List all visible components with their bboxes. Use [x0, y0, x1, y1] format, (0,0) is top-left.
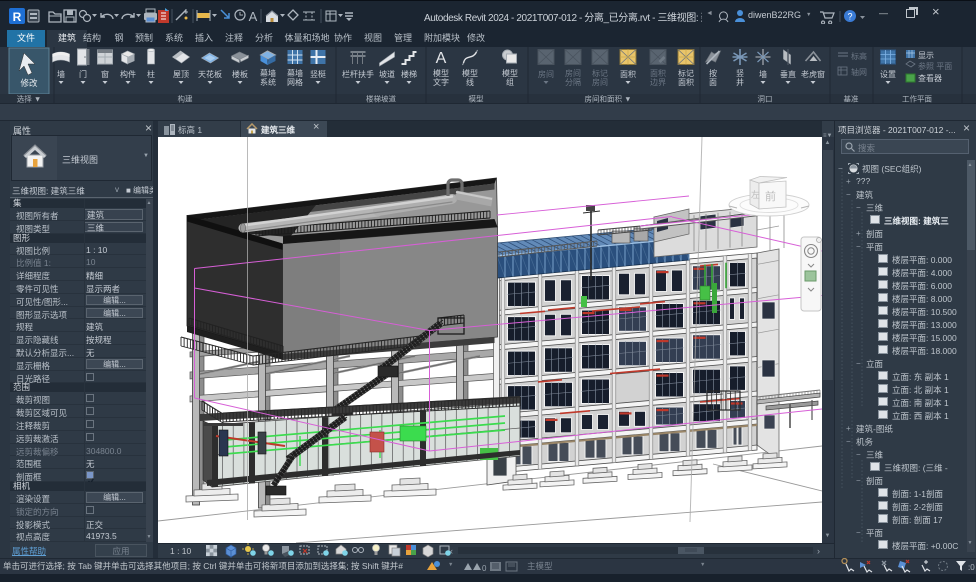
- svg-text:老虎窗: 老虎窗: [801, 69, 825, 79]
- svg-text:幕墙: 幕墙: [260, 68, 276, 78]
- svg-text:房间和面积 ▼: 房间和面积 ▼: [584, 94, 631, 104]
- svg-text:标高: 标高: [851, 51, 867, 61]
- svg-text:模型: 模型: [469, 94, 484, 104]
- svg-text:?: ?: [847, 12, 852, 22]
- svg-text:面积: 面积: [620, 69, 636, 79]
- svg-text:坡道: 坡道: [379, 69, 395, 79]
- svg-text:模型: 模型: [433, 68, 449, 78]
- svg-text:垂直: 垂直: [780, 69, 796, 79]
- svg-text:竖梃: 竖梃: [310, 69, 326, 79]
- svg-text:面: 面: [709, 78, 717, 87]
- svg-text:窗: 窗: [101, 69, 109, 79]
- svg-text:组: 组: [506, 77, 514, 87]
- svg-text:天花板: 天花板: [198, 69, 222, 79]
- svg-text:网格: 网格: [287, 77, 303, 87]
- svg-text:墙: 墙: [57, 69, 65, 79]
- svg-text:0: 0: [482, 564, 487, 573]
- svg-text:房间: 房间: [592, 77, 608, 87]
- svg-text:井: 井: [736, 77, 744, 87]
- svg-text:房间: 房间: [538, 69, 554, 79]
- svg-text:左: 左: [751, 189, 760, 200]
- svg-text:门: 门: [79, 69, 87, 79]
- svg-text:参照 平面: 参照 平面: [918, 61, 952, 71]
- svg-text:选择 ▼: 选择 ▼: [17, 94, 42, 104]
- svg-text:显示: 显示: [918, 51, 934, 60]
- svg-text:前: 前: [765, 189, 776, 203]
- svg-text:分隔: 分隔: [565, 78, 581, 87]
- svg-text:›: ›: [817, 546, 820, 556]
- svg-text:基准: 基准: [844, 94, 859, 104]
- svg-text:工作平面: 工作平面: [902, 94, 932, 104]
- svg-text:标记: 标记: [592, 68, 608, 78]
- svg-text:栏杆扶手: 栏杆扶手: [342, 69, 374, 79]
- svg-text:设置: 设置: [880, 69, 896, 79]
- svg-text:模型: 模型: [502, 68, 518, 78]
- svg-text:房间: 房间: [565, 68, 581, 78]
- svg-text:A: A: [249, 9, 258, 24]
- svg-text:系统: 系统: [260, 77, 276, 87]
- svg-text:边界: 边界: [650, 77, 666, 87]
- svg-text:构建: 构建: [178, 94, 193, 104]
- svg-text:楼梯坡道: 楼梯坡道: [366, 94, 396, 104]
- svg-text:构件: 构件: [120, 69, 136, 79]
- svg-text:楼梯: 楼梯: [401, 69, 417, 79]
- svg-text:面积: 面积: [678, 77, 694, 87]
- svg-text:文字: 文字: [433, 77, 449, 87]
- svg-text:楼板: 楼板: [232, 69, 248, 79]
- svg-text:面积: 面积: [650, 68, 666, 78]
- svg-text:修改: 修改: [20, 78, 38, 88]
- svg-text:洞口: 洞口: [758, 95, 773, 104]
- svg-text:A: A: [436, 50, 447, 67]
- svg-text:竖: 竖: [736, 69, 744, 78]
- svg-text:标记: 标记: [678, 68, 694, 78]
- svg-text:幕墙: 幕墙: [287, 68, 303, 78]
- svg-text:模型: 模型: [462, 68, 478, 78]
- svg-text::0: :0: [968, 563, 975, 572]
- svg-text:墙: 墙: [759, 69, 767, 79]
- svg-text:R: R: [13, 10, 22, 24]
- svg-text:按: 按: [709, 68, 717, 78]
- svg-text:轴网: 轴网: [851, 67, 867, 77]
- svg-text:屋顶: 屋顶: [173, 70, 189, 79]
- svg-text:‹: ‹: [450, 546, 453, 556]
- svg-text:查看器: 查看器: [918, 73, 942, 83]
- svg-text:1 : 10: 1 : 10: [170, 546, 192, 556]
- svg-text:线: 线: [466, 77, 474, 87]
- svg-text:柱: 柱: [147, 69, 155, 79]
